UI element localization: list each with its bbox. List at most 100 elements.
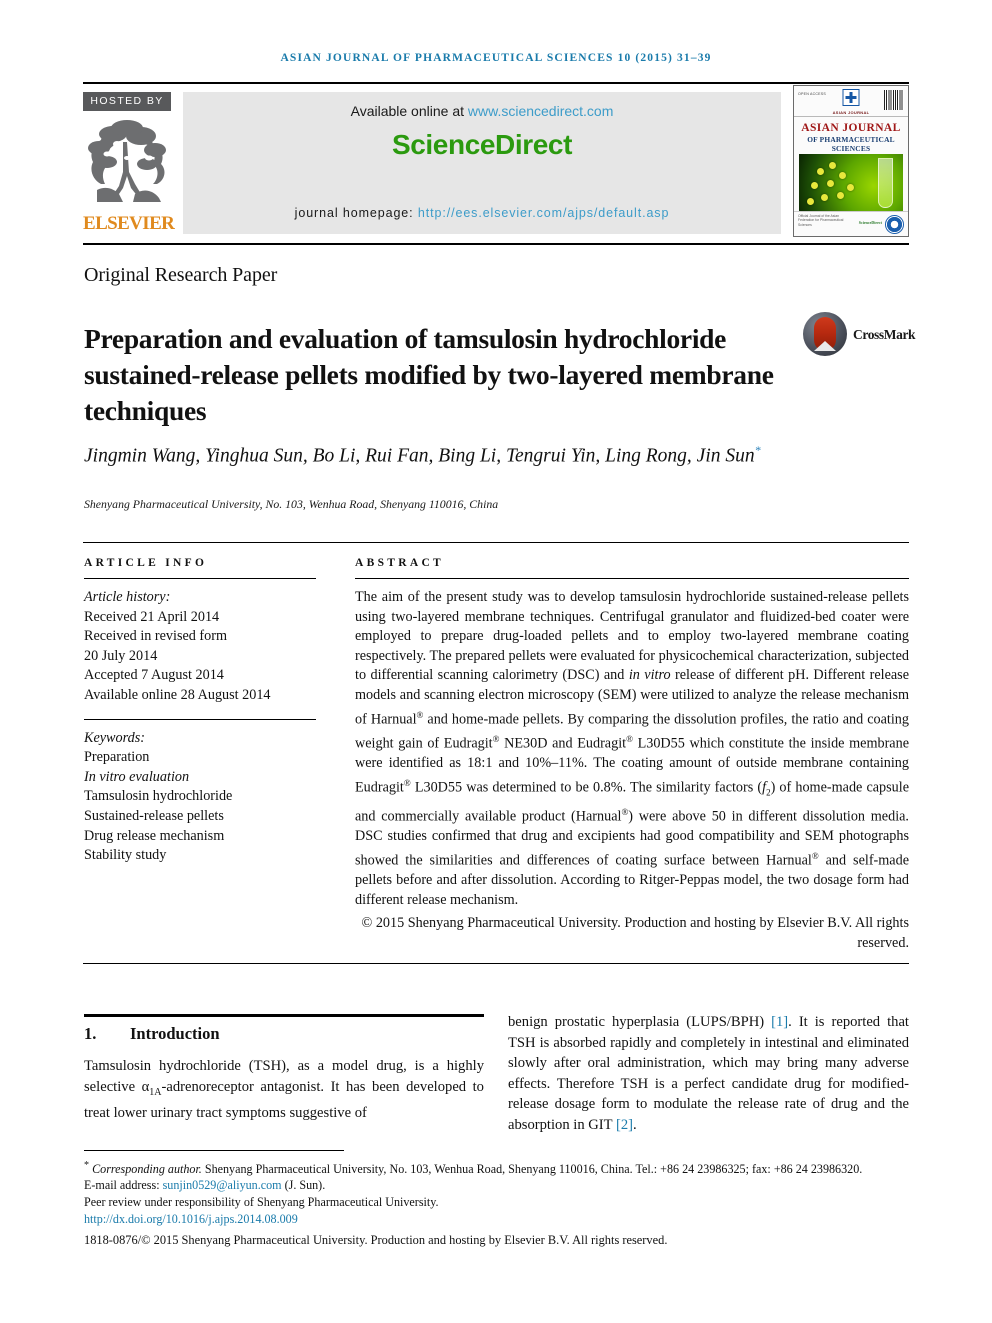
issn-copyright-line: 1818-0876/© 2015 Shenyang Pharmaceutical… bbox=[84, 1232, 668, 1247]
footnote-rule bbox=[84, 1150, 344, 1151]
journal-homepage-url[interactable]: http://ees.elsevier.com/ajps/default.asp bbox=[418, 206, 669, 220]
cover-title-line2: OF PHARMACEUTICAL SCIENCES bbox=[807, 135, 895, 153]
doi-link[interactable]: http://dx.doi.org/10.1016/j.ajps.2014.08… bbox=[84, 1211, 909, 1227]
elsevier-tree-icon bbox=[83, 120, 171, 212]
article-info-column: ARTICLE INFO Article history: Received 2… bbox=[84, 557, 316, 866]
intro-text-seg-3: benign prostatic hyperplasia (LUPS/BPH) bbox=[508, 1014, 772, 1030]
keyword-item: Tamsulosin hydrochloride bbox=[84, 788, 233, 805]
article-info-rule bbox=[84, 578, 316, 579]
journal-homepage-label: journal homepage: bbox=[294, 206, 418, 220]
body-column-left: Tamsulosin hydrochloride (TSH), as a mod… bbox=[84, 1056, 484, 1124]
abstract-column: ABSTRACT The aim of the present study wa… bbox=[355, 557, 909, 954]
elsevier-logo: ELSEVIER bbox=[83, 114, 175, 234]
cover-title-line1: ASIAN JOURNAL bbox=[801, 122, 901, 134]
keywords-list: Preparation In vitro evaluation Tamsulos… bbox=[84, 748, 316, 866]
keywords-rule bbox=[84, 718, 316, 720]
journal-homepage-line: journal homepage: http://ees.elsevier.co… bbox=[183, 206, 781, 220]
alpha-1a-subscript: 1A bbox=[149, 1086, 162, 1098]
info-section-top-rule bbox=[83, 542, 909, 543]
elsevier-hosted-block: HOSTED BY ELSEVIER bbox=[83, 92, 175, 234]
history-item: Received 21 April 2014 bbox=[84, 608, 220, 625]
keywords-block: Keywords: Preparation In vitro evaluatio… bbox=[84, 729, 316, 866]
corresponding-author-details: Shenyang Pharmaceutical University, No. … bbox=[201, 1162, 863, 1177]
cover-header-strip: OPEN ACCESS ASIAN JOURNAL bbox=[794, 86, 908, 117]
available-online-label: Available online at bbox=[350, 103, 468, 119]
footnote-marker: * bbox=[84, 1160, 90, 1171]
history-item: Received in revised form bbox=[84, 628, 228, 645]
email-owner: (J. Sun). bbox=[281, 1178, 326, 1193]
sciencedirect-logo[interactable]: ScienceDirect bbox=[183, 129, 781, 161]
email-footnote: E-mail address: sunjin0529@aliyun.com (J… bbox=[84, 1177, 909, 1193]
abstract-italic-invitro: in vitro bbox=[628, 667, 671, 684]
introduction-rule bbox=[84, 1014, 484, 1017]
abstract-copyright: © 2015 Shenyang Pharmaceutical Universit… bbox=[361, 915, 909, 951]
history-item: 20 July 2014 bbox=[84, 647, 158, 664]
section-number: 1. bbox=[84, 1024, 97, 1043]
corresponding-author-footnote: * Corresponding author. Shenyang Pharmac… bbox=[84, 1158, 909, 1177]
history-item: Available online 28 August 2014 bbox=[84, 686, 271, 703]
corresponding-author-marker[interactable]: * bbox=[755, 443, 761, 457]
reference-link-2[interactable]: [2] bbox=[616, 1117, 633, 1133]
article-history-label: Article history: bbox=[84, 589, 171, 605]
cover-footer-strip: Official Journal of the Asian Federation… bbox=[794, 211, 908, 236]
author-names: Jingmin Wang, Yinghua Sun, Bo Li, Rui Fa… bbox=[84, 445, 755, 467]
journal-cover-thumbnail[interactable]: OPEN ACCESS ASIAN JOURNAL ASIAN JOURNAL … bbox=[793, 85, 909, 237]
masthead-top-rule bbox=[83, 82, 909, 84]
abstract-bottom-rule bbox=[83, 963, 909, 964]
article-info-heading-text: ARTICLE INFO bbox=[84, 557, 208, 569]
history-item: Accepted 7 August 2014 bbox=[84, 667, 224, 684]
keyword-item: Drug release mechanism bbox=[84, 827, 225, 844]
intro-text-seg-5: . bbox=[633, 1116, 637, 1133]
abstract-seg-4: NE30D and Eudragit bbox=[499, 735, 627, 752]
cover-barcode-icon bbox=[884, 90, 904, 110]
registered-mark: ® bbox=[811, 850, 819, 861]
cover-open-access-label: OPEN ACCESS bbox=[798, 92, 826, 96]
abstract-heading-text: ABSTRACT bbox=[355, 557, 445, 569]
registered-mark: ® bbox=[403, 777, 411, 788]
email-link[interactable]: sunjin0529@aliyun.com bbox=[163, 1178, 282, 1192]
cover-elsevier-mini-label: ScienceDirect bbox=[858, 220, 882, 225]
journal-article-page: ASIAN JOURNAL OF PHARMACEUTICAL SCIENCES… bbox=[0, 0, 992, 1323]
article-history-block: Article history: Received 21 April 2014 … bbox=[84, 588, 316, 706]
abstract-text: The aim of the present study was to deve… bbox=[355, 588, 909, 910]
corresponding-author-label: Corresponding author. bbox=[92, 1162, 202, 1177]
cover-seal-icon bbox=[885, 215, 904, 234]
intro-text-seg-4: . It is reported that TSH is absorbed ra… bbox=[508, 1014, 909, 1133]
page-title: Preparation and evaluation of tamsulosin… bbox=[84, 323, 774, 427]
email-label: E-mail address: bbox=[84, 1178, 163, 1193]
affiliation: Shenyang Pharmaceutical University, No. … bbox=[84, 497, 499, 511]
abstract-seg-6: L30D55 was determined to be 0.8%. The si… bbox=[410, 779, 763, 796]
sciencedirect-url[interactable]: www.sciencedirect.com bbox=[468, 103, 614, 119]
hosted-by-label: HOSTED BY bbox=[83, 92, 171, 111]
keyword-item: Stability study bbox=[84, 847, 167, 864]
body-column-right: benign prostatic hyperplasia (LUPS/BPH) … bbox=[508, 1012, 909, 1136]
crossmark-badge[interactable]: CrossMark bbox=[803, 312, 916, 358]
keyword-item: Sustained-release pellets bbox=[84, 807, 224, 824]
abstract-rule bbox=[355, 578, 909, 579]
reference-link-1[interactable]: [1] bbox=[771, 1014, 788, 1030]
crossmark-icon bbox=[803, 312, 847, 356]
abstract-heading: ABSTRACT bbox=[355, 557, 909, 569]
running-head: ASIAN JOURNAL OF PHARMACEUTICAL SCIENCES… bbox=[0, 50, 992, 65]
keywords-label: Keywords: bbox=[84, 729, 145, 746]
masthead-bottom-rule bbox=[83, 243, 909, 245]
available-online-line: Available online at www.sciencedirect.co… bbox=[183, 103, 781, 119]
running-head-text: ASIAN JOURNAL OF PHARMACEUTICAL SCIENCES… bbox=[280, 52, 712, 64]
article-info-heading: ARTICLE INFO bbox=[84, 557, 316, 569]
peer-review-footnote: Peer review under responsibility of Shen… bbox=[84, 1194, 439, 1209]
keyword-item: Preparation bbox=[84, 749, 150, 766]
registered-mark: ® bbox=[626, 733, 633, 744]
article-type-label: Original Research Paper bbox=[84, 264, 278, 286]
cover-emblem-icon bbox=[842, 89, 860, 106]
author-list: Jingmin Wang, Yinghua Sun, Bo Li, Rui Fa… bbox=[84, 437, 804, 470]
cover-footer-text: Official Journal of the Asian Federation… bbox=[798, 214, 844, 227]
elsevier-wordmark: ELSEVIER bbox=[83, 213, 175, 234]
section-heading-introduction: 1. Introduction bbox=[84, 1024, 484, 1044]
cover-artwork bbox=[799, 154, 903, 212]
cover-association-label: ASIAN JOURNAL bbox=[832, 110, 870, 115]
crossmark-label: CrossMark bbox=[853, 327, 916, 342]
footnote-block: * Corresponding author. Shenyang Pharmac… bbox=[84, 1158, 909, 1248]
sciencedirect-band: Available online at www.sciencedirect.co… bbox=[183, 92, 781, 234]
cover-test-tube-icon bbox=[878, 158, 893, 208]
section-title: Introduction bbox=[130, 1024, 220, 1043]
